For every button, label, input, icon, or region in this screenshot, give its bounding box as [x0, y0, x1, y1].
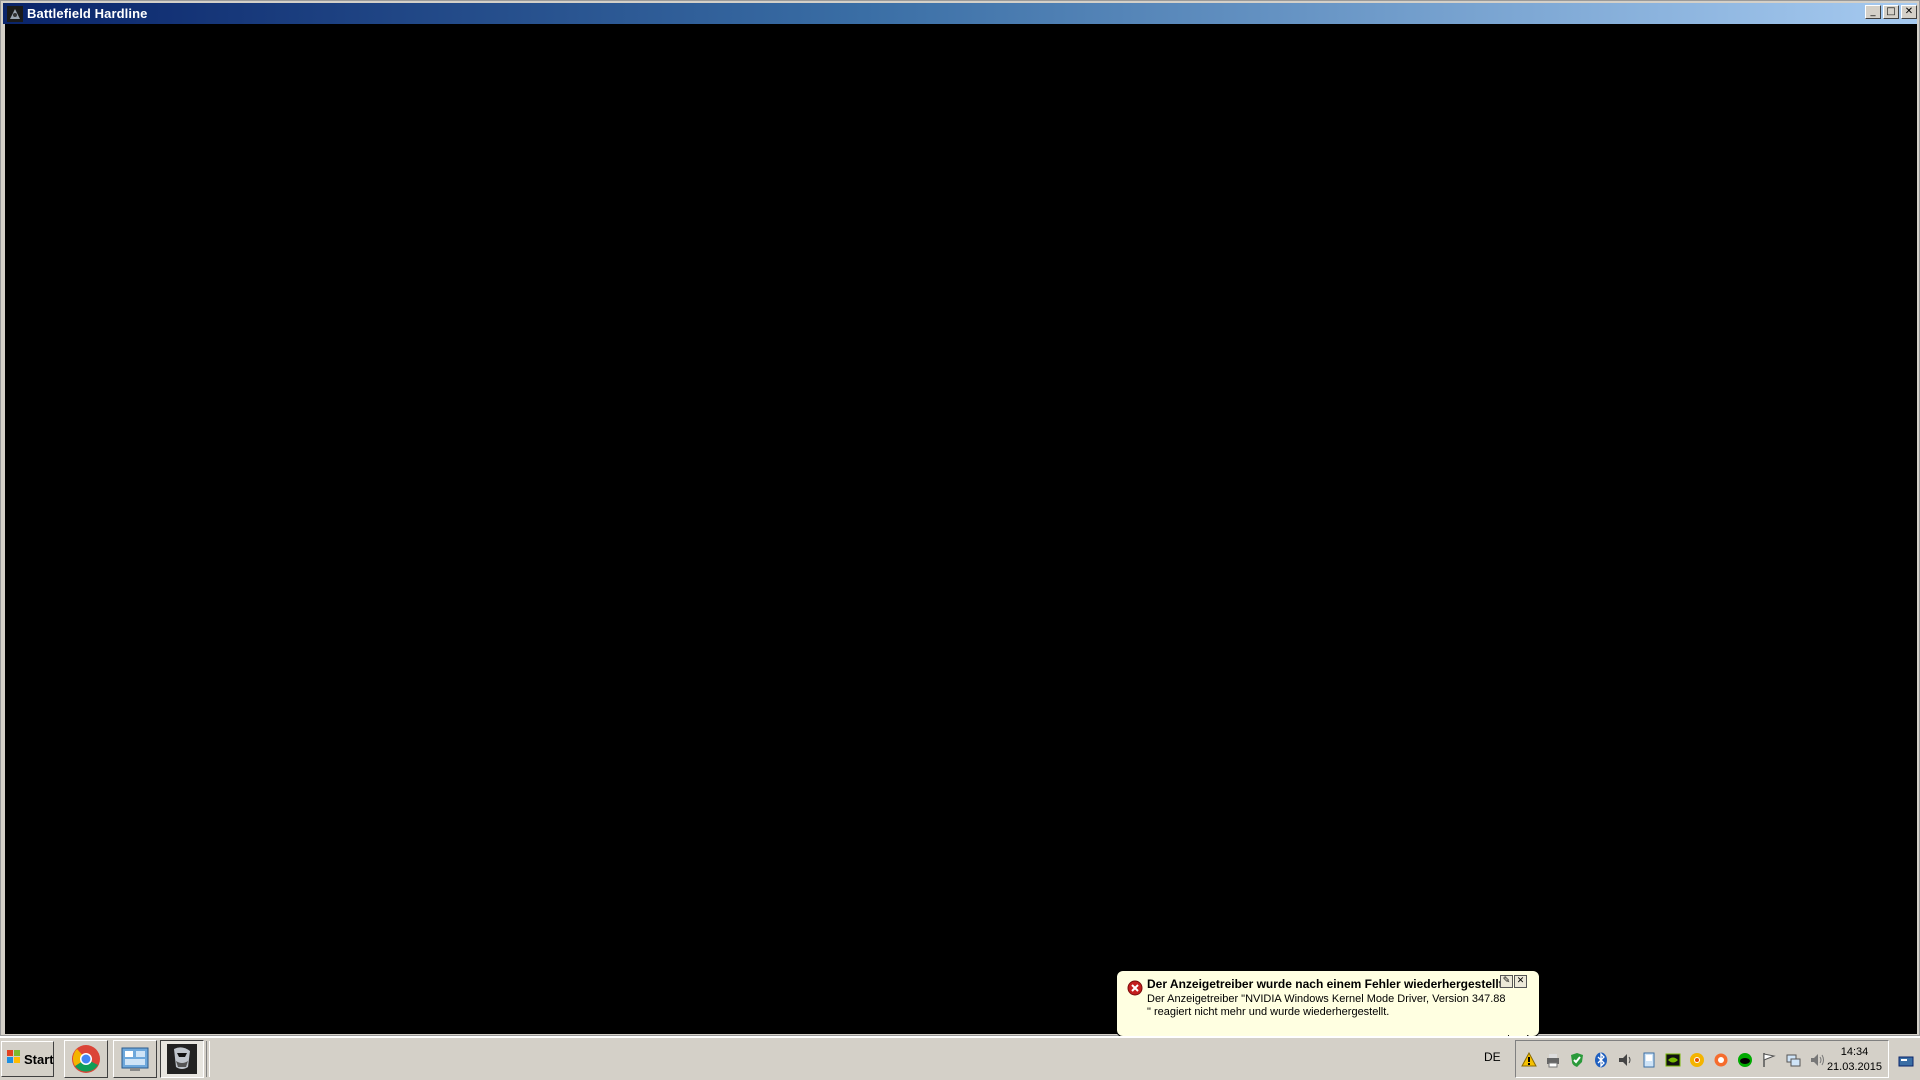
notification-options-button[interactable]: ✎: [1500, 975, 1513, 988]
taskbar: Start DE 14:34 21.03.2015: [0, 1036, 1920, 1080]
chrome-small-icon[interactable]: [1688, 1051, 1706, 1069]
notification-title: Der Anzeigetreiber wurde nach einem Fehl…: [1147, 977, 1506, 991]
clock-time: 14:34: [1840, 1046, 1869, 1058]
control-panel-icon[interactable]: [113, 1040, 157, 1078]
show-desktop-button[interactable]: [1897, 1045, 1915, 1073]
driver-recovered-notification[interactable]: Der Anzeigetreiber wurde nach einem Fehl…: [1116, 970, 1540, 1037]
nvidia-icon[interactable]: [1664, 1051, 1682, 1069]
security-shield-icon[interactable]: [1568, 1051, 1586, 1069]
game-window[interactable]: Battlefield Hardline _ □ ✕: [0, 0, 1920, 1036]
battlefield-app-icon: [6, 5, 24, 23]
chrome-icon[interactable]: [64, 1040, 108, 1078]
network-icon[interactable]: [1784, 1051, 1802, 1069]
origin-icon[interactable]: [1712, 1051, 1730, 1069]
minimize-button[interactable]: _: [1865, 5, 1881, 19]
close-button[interactable]: ✕: [1901, 5, 1917, 19]
speaker-network-icon[interactable]: [1616, 1051, 1634, 1069]
start-label: Start: [24, 1051, 54, 1067]
start-button[interactable]: Start: [1, 1041, 54, 1077]
system-clock[interactable]: 14:34 21.03.2015: [1827, 1045, 1882, 1075]
game-viewport[interactable]: [5, 24, 1917, 1034]
notification-body: Der Anzeigetreiber "NVIDIA Windows Kerne…: [1147, 993, 1506, 1018]
volume-icon[interactable]: [1808, 1051, 1826, 1069]
battlefield-hardline-icon[interactable]: [160, 1040, 204, 1078]
green-cloud-icon[interactable]: [1736, 1051, 1754, 1069]
device-icon[interactable]: [1640, 1051, 1658, 1069]
bluetooth-icon[interactable]: [1592, 1051, 1610, 1069]
printer-icon[interactable]: [1544, 1051, 1562, 1069]
system-tray: 14:34 21.03.2015: [1515, 1040, 1889, 1078]
clock-date: 21.03.2015: [1826, 1061, 1882, 1073]
notification-close-button[interactable]: ✕: [1514, 975, 1527, 988]
language-indicator[interactable]: DE: [1484, 1050, 1501, 1064]
warning-icon[interactable]: [1520, 1051, 1538, 1069]
window-title: Battlefield Hardline: [27, 6, 148, 21]
window-titlebar[interactable]: Battlefield Hardline _ □ ✕: [3, 3, 1917, 24]
error-icon: [1127, 980, 1143, 1001]
taskbar-separator: [206, 1041, 210, 1077]
maximize-button[interactable]: □: [1883, 5, 1899, 19]
windows-logo-icon: [6, 1049, 22, 1070]
action-center-flag-icon[interactable]: [1760, 1051, 1778, 1069]
